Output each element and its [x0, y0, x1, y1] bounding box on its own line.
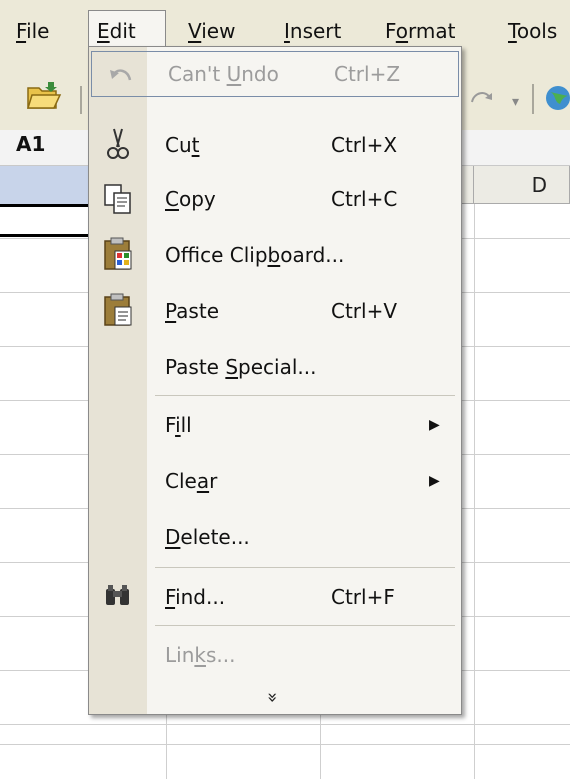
menu-separator [155, 567, 455, 568]
edit-menu-dropdown: Can't Undo Ctrl+Z Cut Ctrl+X Copy Ctrl+C… [88, 46, 462, 715]
menu-item-copy[interactable]: Copy Ctrl+C [89, 179, 461, 219]
menu-item-find[interactable]: Find... Ctrl+F [89, 577, 461, 617]
menu-view[interactable]: View [188, 14, 235, 48]
menu-format[interactable]: Format [385, 14, 456, 48]
menu-item-links[interactable]: Links... [89, 635, 461, 675]
redo-dropdown-icon[interactable]: ▾ [512, 94, 519, 110]
toolbar-separator [80, 86, 82, 114]
menu-item-clear[interactable]: Clear ▶ [89, 461, 461, 501]
menu-item-cut[interactable]: Cut Ctrl+X [89, 125, 461, 165]
menu-tools[interactable]: Tools [508, 14, 557, 48]
shortcut-text: Ctrl+C [331, 187, 398, 211]
redo-icon[interactable] [468, 86, 498, 114]
binoculars-icon [97, 577, 139, 617]
menu-item-paste[interactable]: Paste Ctrl+V [89, 291, 461, 331]
submenu-arrow-icon: ▶ [429, 417, 440, 433]
name-box[interactable]: A1 [16, 132, 45, 156]
shortcut-text: Ctrl+V [331, 299, 398, 323]
copy-icon [97, 179, 139, 219]
grid-line [0, 724, 570, 725]
paste-icon [97, 291, 139, 331]
menu-file[interactable]: File [16, 14, 49, 48]
column-header-d[interactable]: D [474, 166, 570, 204]
shortcut-text: Ctrl+Z [334, 62, 401, 86]
shortcut-text: Ctrl+F [331, 585, 395, 609]
menu-item-delete[interactable]: Delete... [89, 517, 461, 557]
menu-insert[interactable]: Insert [284, 14, 341, 48]
expand-menu-icon[interactable]: » [262, 692, 283, 703]
globe-link-icon[interactable] [542, 82, 570, 118]
excel-window: File Edit View Insert Format Tools ▾ A1 … [0, 0, 570, 779]
menu-item-undo[interactable]: Can't Undo Ctrl+Z [91, 51, 459, 97]
menu-item-paste-special[interactable]: Paste Special... [89, 347, 461, 387]
menu-separator [155, 395, 455, 396]
open-folder-icon[interactable] [26, 80, 62, 116]
undo-icon [100, 54, 142, 94]
shortcut-text: Ctrl+X [331, 133, 398, 157]
grid-line [0, 744, 570, 745]
scissors-icon [97, 125, 139, 165]
menu-item-office-clipboard[interactable]: Office Clipboard... [89, 235, 461, 275]
menu-separator [155, 625, 455, 626]
clipboard-icon [97, 235, 139, 275]
grid-line [474, 204, 475, 779]
submenu-arrow-icon: ▶ [429, 473, 440, 489]
menu-item-fill[interactable]: Fill ▶ [89, 405, 461, 445]
toolbar-separator [532, 84, 534, 114]
